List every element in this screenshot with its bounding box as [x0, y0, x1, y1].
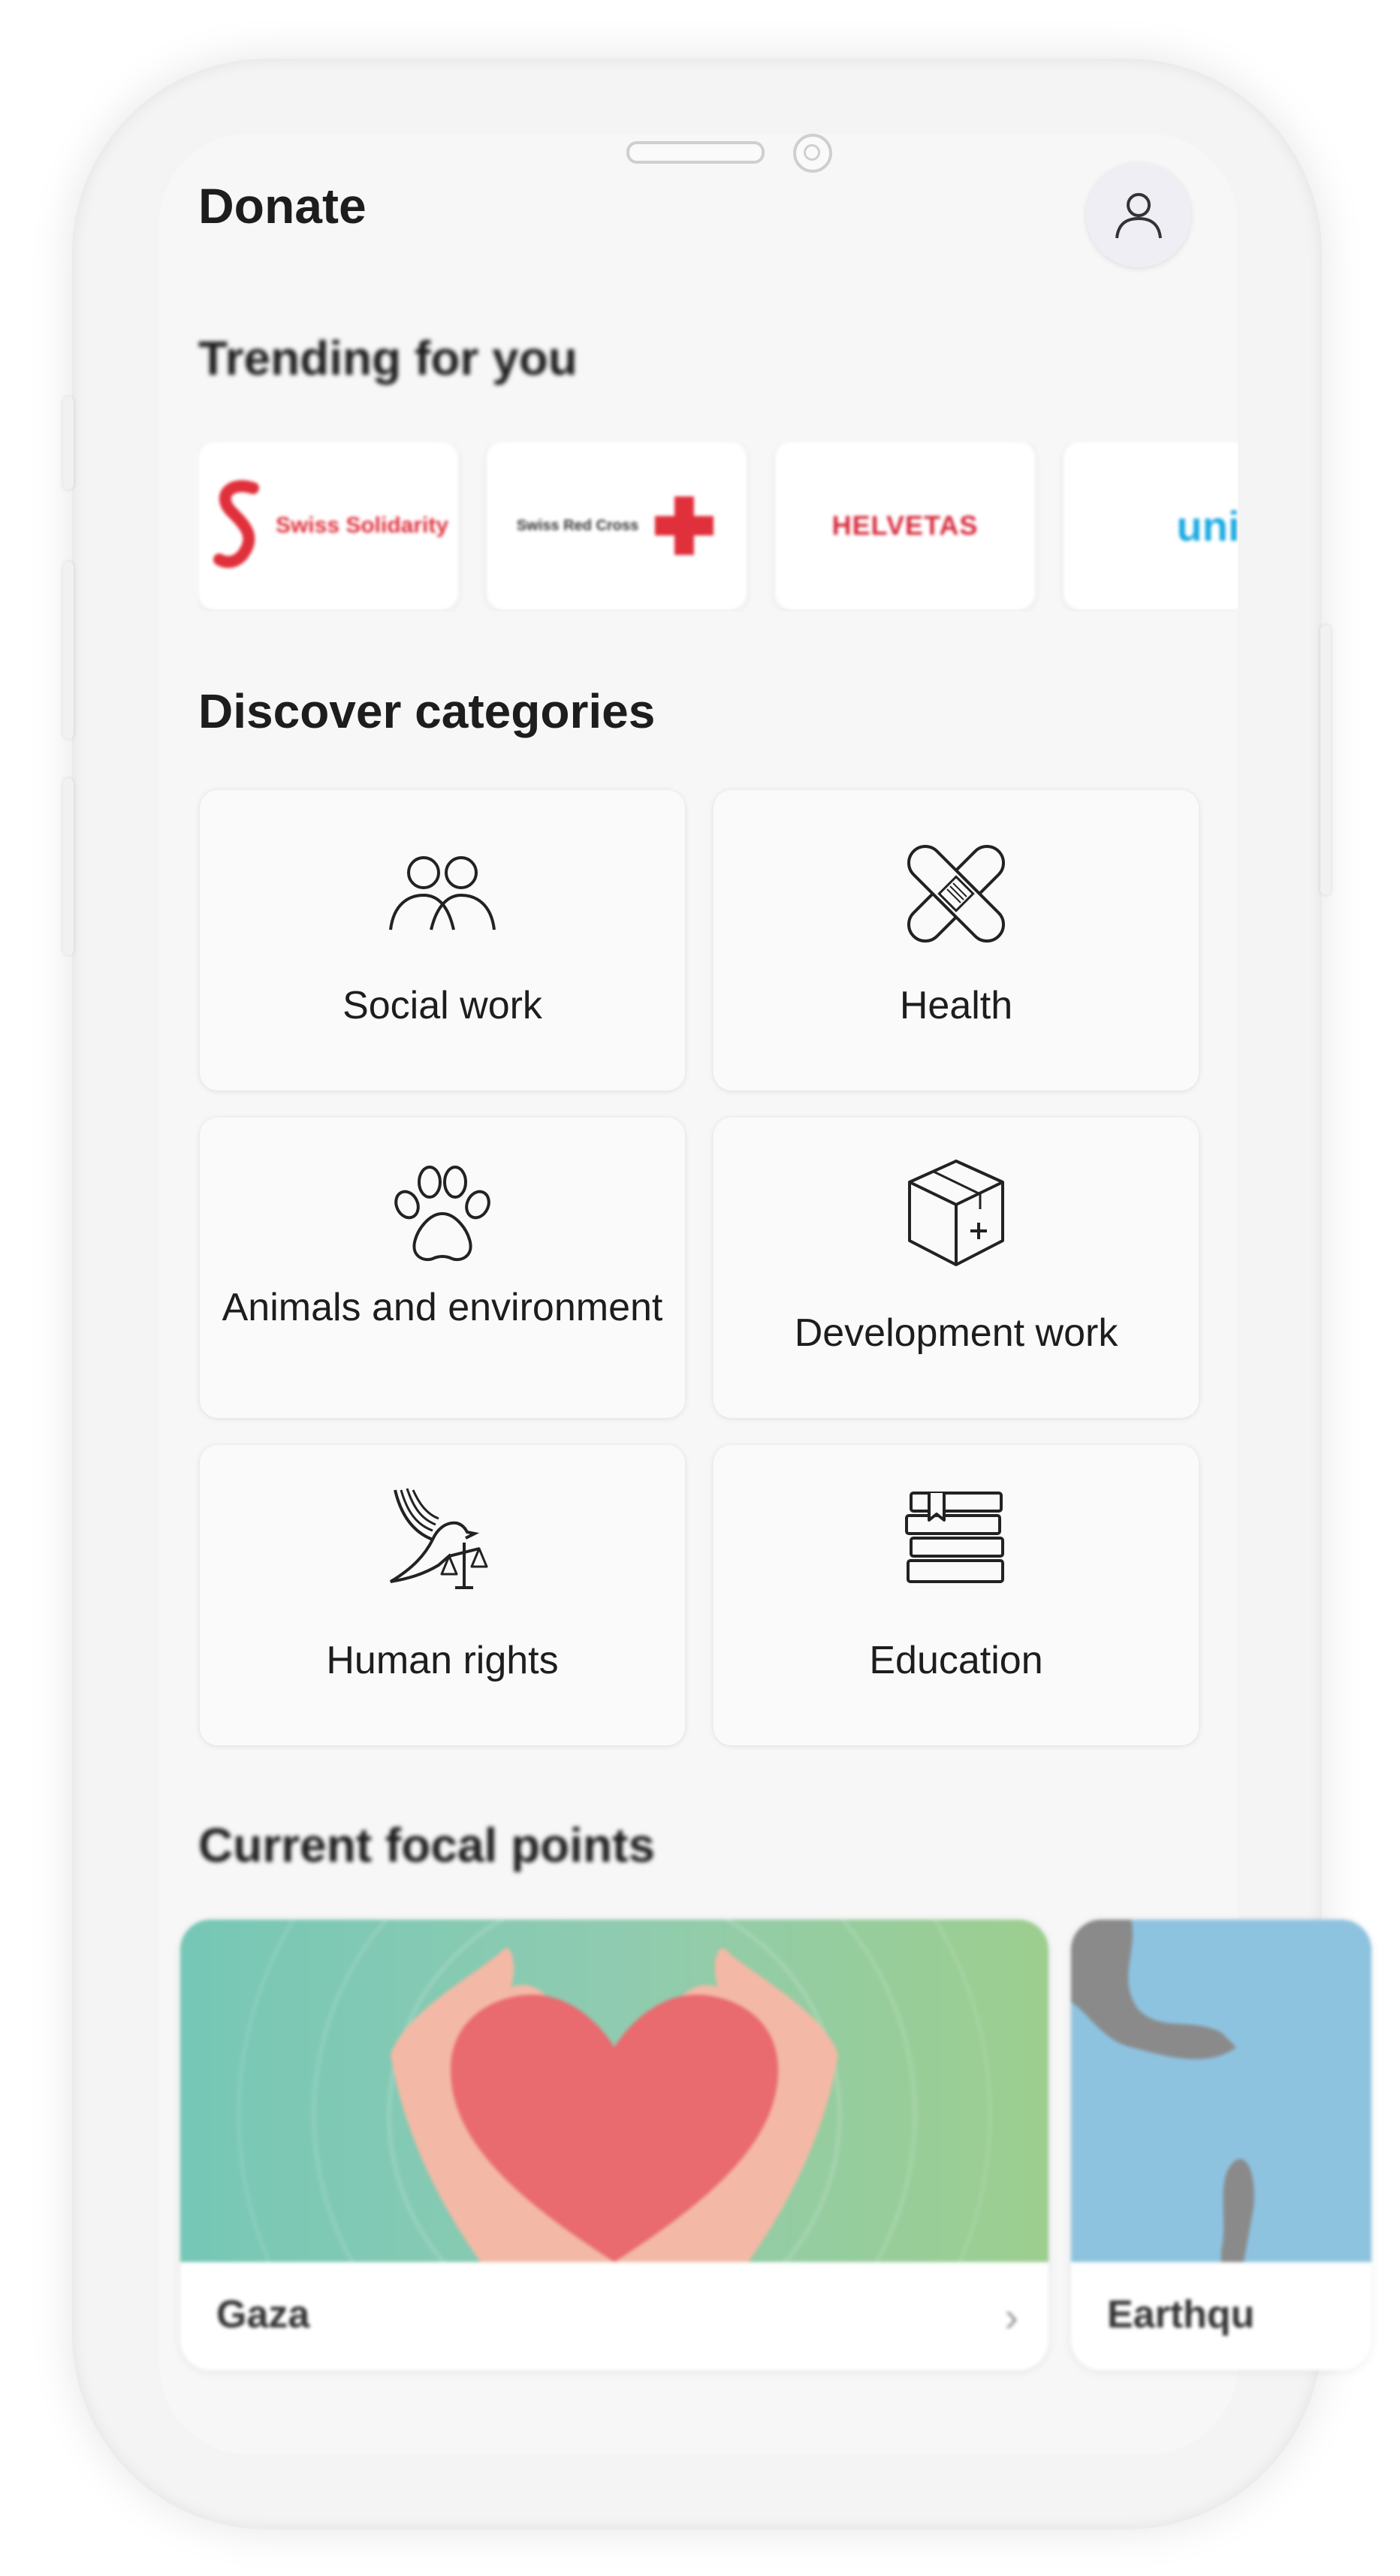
user-icon [1115, 193, 1162, 239]
trending-carousel[interactable]: Swiss Solidarity Swiss Red Cross HELVETA… [198, 442, 1238, 611]
side-button [63, 397, 74, 490]
screen-right-mask [1238, 134, 1400, 2454]
category-development-work[interactable]: Development work [714, 1118, 1199, 1418]
focal-label: Gaza [216, 2293, 310, 2336]
category-social-work[interactable]: Social work [200, 790, 685, 1090]
trending-item-label: unicef [1176, 502, 1238, 550]
books-icon [905, 1492, 1004, 1583]
red-cross-icon [655, 496, 714, 555]
side-button [63, 562, 74, 739]
trending-item-helvetas[interactable]: HELVETAS [775, 442, 1035, 610]
category-label: Education [869, 1639, 1043, 1682]
box-icon [908, 1160, 1004, 1266]
focal-label: Earthqu [1107, 2293, 1255, 2336]
trending-item-red-cross[interactable]: Swiss Red Cross [487, 442, 747, 610]
profile-button[interactable] [1086, 162, 1191, 267]
chevron-right-icon: › [1004, 2293, 1018, 2340]
bandage-icon [907, 844, 1006, 943]
focal-image-heart-hands [180, 1920, 1048, 2262]
focal-card-gaza[interactable]: Gaza › [180, 1920, 1048, 2370]
paw-icon [394, 1166, 490, 1262]
front-camera [793, 134, 832, 173]
category-animals-environment[interactable]: Animals and environment [200, 1118, 685, 1418]
trending-heading: Trending for you [198, 331, 578, 385]
trending-item-label: Swiss Solidarity [275, 513, 449, 538]
speaker-grille [626, 141, 765, 164]
dove-scales-icon [389, 1488, 488, 1589]
trending-item-swiss-solidarity[interactable]: Swiss Solidarity [198, 442, 458, 610]
people-icon [389, 856, 496, 931]
trending-item-unicef[interactable]: unicef [1064, 442, 1238, 610]
category-label: Health [899, 984, 1013, 1027]
categories-heading: Discover categories [198, 684, 656, 738]
trending-item-label: Swiss Red Cross [516, 517, 639, 534]
heart-hands-icon [237, 1920, 992, 2262]
page-title: Donate [198, 178, 367, 234]
category-label: Human rights [326, 1639, 559, 1682]
trending-item-label: HELVETAS [831, 510, 979, 541]
category-label: Animals and environment [222, 1286, 663, 1329]
side-button [63, 778, 74, 955]
category-label: Development work [794, 1311, 1118, 1355]
swiss-solidarity-logo [213, 480, 259, 569]
focal-heading: Current focal points [198, 1818, 656, 1872]
category-label: Social work [342, 984, 542, 1027]
category-health[interactable]: Health [714, 790, 1199, 1090]
category-human-rights[interactable]: Human rights [200, 1445, 685, 1745]
category-education[interactable]: Education [714, 1445, 1199, 1745]
